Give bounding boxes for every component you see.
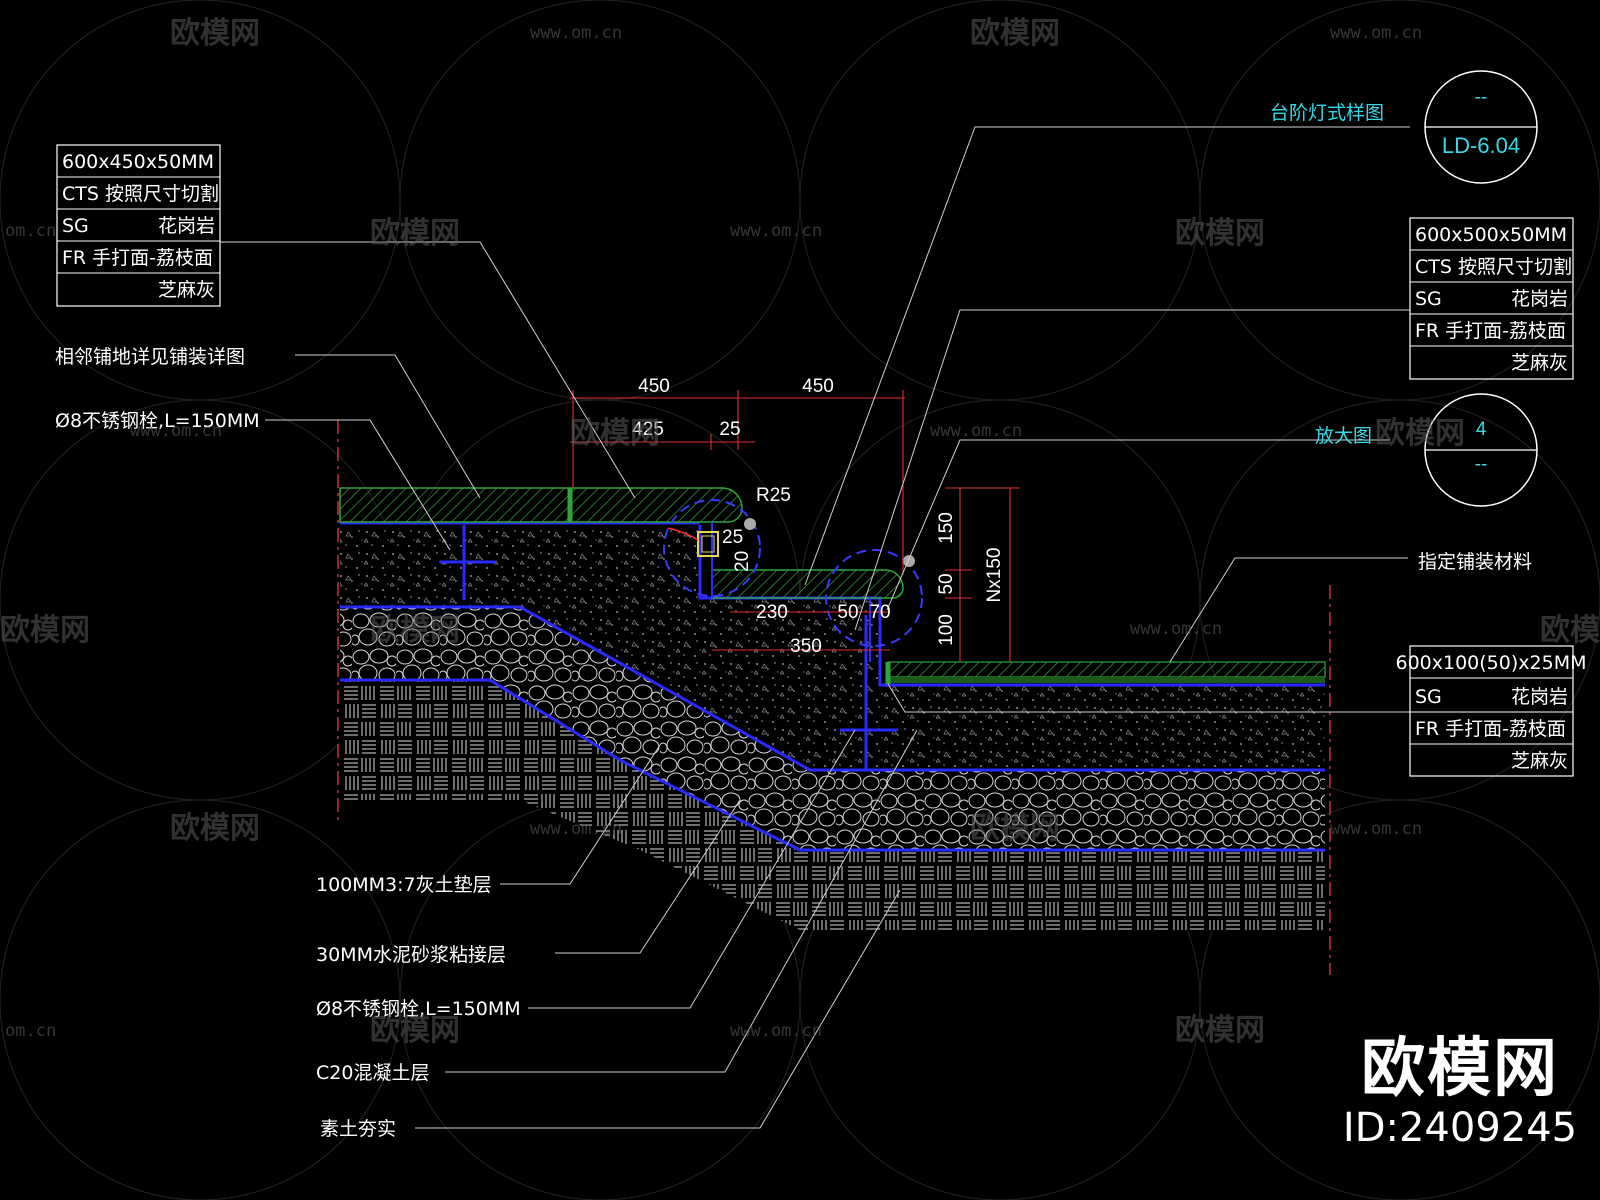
- svg-text:FR 手打面-荔枝面: FR 手打面-荔枝面: [1415, 718, 1566, 740]
- svg-text:4: 4: [1476, 419, 1487, 440]
- svg-text:SG: SG: [1415, 686, 1442, 708]
- svg-text:www.om.cn: www.om.cn: [530, 819, 622, 839]
- drawing-canvas: 台阶灯式样图 -- LD-6.04 放大图 4 -- 600x450x50MM …: [0, 0, 1600, 1200]
- brand-stamp-name: 欧模网: [1361, 1032, 1559, 1106]
- note-compacted-soil: 素土夯实: [320, 1118, 396, 1140]
- note-concrete: C20混凝土层: [316, 1062, 429, 1084]
- svg-text:芝麻灰: 芝麻灰: [1511, 352, 1568, 374]
- svg-text:欧模网: 欧模网: [170, 811, 260, 846]
- svg-text:FR 手打面-荔枝面: FR 手打面-荔枝面: [62, 247, 213, 269]
- svg-text:www.om.cn: www.om.cn: [1330, 23, 1422, 43]
- svg-text:CTS 按照尺寸切割: CTS 按照尺寸切割: [1415, 256, 1572, 278]
- spec-table-right-bottom: 600x100(50)x25MM SG 花岗岩 FR 手打面-荔枝面 芝麻灰: [1396, 645, 1587, 777]
- svg-text:25: 25: [719, 419, 740, 440]
- spec-table-right-top: 600x500x50MM CTS 按照尺寸切割 SG 花岗岩 FR 手打面-荔枝…: [1409, 217, 1574, 380]
- svg-text:CTS 按照尺寸切割: CTS 按照尺寸切割: [62, 183, 219, 205]
- svg-text:--: --: [1475, 87, 1488, 108]
- svg-text:芝麻灰: 芝麻灰: [158, 279, 215, 301]
- svg-text:花岗岩: 花岗岩: [1511, 686, 1568, 708]
- svg-text:600x100(50)x25MM: 600x100(50)x25MM: [1396, 652, 1587, 674]
- svg-text:欧模网: 欧模网: [370, 613, 460, 648]
- svg-text:www.om.cn: www.om.cn: [730, 1021, 822, 1041]
- svg-text:www.om.cn: www.om.cn: [930, 421, 1022, 441]
- svg-text:欧模网: 欧模网: [970, 16, 1060, 51]
- svg-text:www.om.cn: www.om.cn: [1130, 619, 1222, 639]
- svg-text:欧模网: 欧模网: [1540, 613, 1600, 648]
- svg-text:R25: R25: [756, 485, 791, 506]
- svg-text:台阶灯式样图: 台阶灯式样图: [1270, 102, 1384, 124]
- note-mortar: 30MM水泥砂浆粘接层: [316, 944, 506, 966]
- svg-text:www.om.cn: www.om.cn: [130, 421, 222, 441]
- svg-text:SG: SG: [62, 215, 89, 237]
- svg-text:FR 手打面-荔枝面: FR 手打面-荔枝面: [1415, 320, 1566, 342]
- note-adjacent-paving: 相邻铺地详见铺装详图: [55, 346, 245, 368]
- svg-text:www.om.cn: www.om.cn: [530, 23, 622, 43]
- svg-text:放大图: 放大图: [1315, 425, 1372, 447]
- svg-text:50: 50: [837, 602, 858, 623]
- svg-text:www.om.cn: www.om.cn: [730, 221, 822, 241]
- svg-text:欧模网: 欧模网: [370, 1013, 460, 1048]
- svg-text:350: 350: [790, 636, 822, 657]
- note-lime-soil: 100MM3:7灰土垫层: [316, 874, 492, 896]
- svg-text:om.cn: om.cn: [5, 221, 56, 241]
- svg-text:www.om.cn: www.om.cn: [1330, 819, 1422, 839]
- brand-stamp-id: ID:2409245: [1342, 1105, 1578, 1151]
- svg-text:--: --: [1475, 454, 1488, 475]
- svg-text:花岗岩: 花岗岩: [158, 215, 215, 237]
- svg-text:100: 100: [936, 614, 957, 646]
- svg-text:SG: SG: [1415, 288, 1442, 310]
- svg-text:150: 150: [936, 512, 957, 544]
- spec-table-left: 600x450x50MM CTS 按照尺寸切割 SG 花岗岩 FR 手打面-荔枝…: [56, 144, 221, 307]
- svg-text:600x450x50MM: 600x450x50MM: [62, 151, 214, 173]
- svg-text:芝麻灰: 芝麻灰: [1511, 750, 1568, 772]
- svg-text:欧模网: 欧模网: [1175, 1013, 1265, 1048]
- svg-text:450: 450: [638, 376, 670, 397]
- svg-text:欧模网: 欧模网: [970, 811, 1060, 846]
- lower-step-slab: [711, 569, 904, 599]
- svg-text:欧模网: 欧模网: [0, 613, 90, 648]
- svg-text:20: 20: [732, 551, 753, 572]
- svg-text:70: 70: [869, 602, 890, 623]
- svg-text:25: 25: [722, 527, 743, 548]
- svg-text:欧模网: 欧模网: [170, 16, 260, 51]
- upper-step-slab: [339, 487, 743, 523]
- svg-text:450: 450: [802, 376, 834, 397]
- svg-text:欧模网: 欧模网: [570, 416, 660, 451]
- svg-text:600x500x50MM: 600x500x50MM: [1415, 224, 1567, 246]
- svg-text:om.cn: om.cn: [5, 1021, 56, 1041]
- svg-text:50: 50: [936, 573, 957, 594]
- flat-paving-slab: [887, 661, 1326, 678]
- svg-text:230: 230: [756, 602, 788, 623]
- svg-text:欧模网: 欧模网: [370, 216, 460, 251]
- svg-text:Nx150: Nx150: [984, 548, 1005, 603]
- svg-text:欧模网: 欧模网: [1375, 416, 1465, 451]
- svg-text:LD-6.04: LD-6.04: [1442, 133, 1520, 158]
- svg-text:欧模网: 欧模网: [1175, 216, 1265, 251]
- brand-stamp: 欧模网 ID:2409245: [1340, 1034, 1580, 1152]
- svg-text:花岗岩: 花岗岩: [1511, 288, 1568, 310]
- note-specified-material: 指定铺装材料: [1418, 551, 1532, 573]
